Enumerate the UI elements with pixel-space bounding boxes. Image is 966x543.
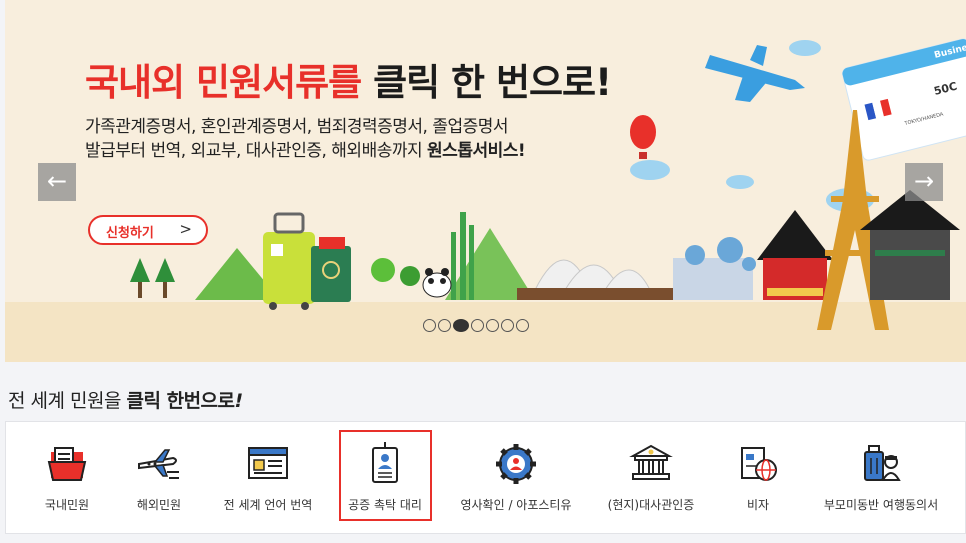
id-badge-icon xyxy=(372,442,398,483)
menu-item-consular-apostille[interactable]: 영사확인 / 아포스티유 xyxy=(451,422,581,533)
apply-button[interactable]: 신청하기 > xyxy=(88,215,208,245)
menu-item-overseas[interactable]: 해외민원 xyxy=(118,422,200,533)
temple-illustration xyxy=(860,190,960,300)
slide-dot[interactable] xyxy=(516,319,529,332)
menu-item-label: 공증 촉탁 대리 xyxy=(348,498,422,512)
prev-slide-button[interactable]: ← xyxy=(38,163,76,201)
folder-document-icon xyxy=(47,447,87,481)
menu-item-embassy-certification[interactable]: (현지)대사관인증 xyxy=(596,422,706,533)
menu-item-visa[interactable]: 비자 xyxy=(718,422,798,533)
menu-item-travel-consent[interactable]: 부모미동반 여행동의서 xyxy=(811,422,951,533)
menu-item-label: 부모미동반 여행동의서 xyxy=(823,498,939,512)
cloud-icon xyxy=(630,40,874,212)
service-menu: 국내민원 해외민원 전 세계 언어 번역 공증 촉탁 대리 영사확인 / 아포스… xyxy=(5,421,966,534)
line2-bold-text: 원스톱서비스! xyxy=(427,141,526,161)
headline-red-text: 국내외 민원서류를 xyxy=(85,61,362,104)
banner-subtitle-line2: 발급부터 번역, 외교부, 대사관인증, 해외배송까지 원스톱서비스! xyxy=(85,136,526,161)
passport-illustration xyxy=(311,237,351,302)
slide-dot[interactable] xyxy=(486,319,499,332)
menu-item-domestic[interactable]: 국내민원 xyxy=(26,422,108,533)
banner-subtitle-line1: 가족관계증명서, 혼인관계증명서, 범죄경력증명서, 졸업증명서 xyxy=(85,117,509,137)
slide-indicator xyxy=(423,319,529,332)
slide-dot[interactable] xyxy=(501,319,514,332)
apply-button-label: 신청하기 xyxy=(106,226,154,241)
bamboo-illustration xyxy=(451,212,474,300)
airplane-illustration xyxy=(705,45,805,102)
menu-item-notary[interactable]: 공증 촉탁 대리 xyxy=(342,422,428,533)
luggage-icon xyxy=(864,445,901,481)
hot-air-balloon-icon xyxy=(630,115,656,159)
pagoda-illustration xyxy=(757,210,833,300)
tree-icon xyxy=(130,258,175,298)
menu-item-translation[interactable]: 전 세계 언어 번역 xyxy=(211,422,325,533)
suitcase-illustration xyxy=(263,212,315,310)
opera-house-illustration xyxy=(517,259,677,300)
chevron-right-icon: > xyxy=(179,220,192,238)
panda-illustration xyxy=(422,268,452,298)
slide-dot-active[interactable] xyxy=(453,319,469,332)
hero-banner: Business 50C TOKYO/HANEDA 국내외 민원서류를 클릭 한… xyxy=(5,0,966,362)
next-slide-button[interactable]: → xyxy=(905,163,943,201)
menu-item-label: 비자 xyxy=(746,498,770,512)
visa-globe-icon xyxy=(741,447,777,481)
menu-item-label: 전 세계 언어 번역 xyxy=(223,498,313,512)
arrow-right-icon: → xyxy=(913,167,935,195)
section-title-mark: ! xyxy=(234,390,244,412)
menu-item-label: 해외민원 xyxy=(136,498,182,512)
banner-headline: 국내외 민원서류를 클릭 한 번으로! xyxy=(85,52,612,106)
embassy-building-icon xyxy=(629,444,673,480)
gear-person-icon xyxy=(496,444,536,484)
airplane-icon xyxy=(138,449,179,479)
section-title-bold: 클릭 한번으로 xyxy=(126,390,236,412)
menu-item-label: 국내민원 xyxy=(44,498,90,512)
menu-item-label: 영사확인 / 아포스티유 xyxy=(460,498,572,512)
arrow-left-icon: ← xyxy=(46,167,68,195)
mosque-illustration xyxy=(673,237,756,300)
section-title: 전 세계 민원을 클릭 한번으로! xyxy=(8,386,243,413)
headline-dark-text: 클릭 한 번으로! xyxy=(373,61,612,104)
slide-dot[interactable] xyxy=(438,319,451,332)
slide-dot[interactable] xyxy=(423,319,436,332)
translation-document-icon xyxy=(248,447,288,479)
section-title-prefix: 전 세계 민원을 xyxy=(8,390,121,412)
slide-dot[interactable] xyxy=(471,319,484,332)
menu-item-label: (현지)대사관인증 xyxy=(607,498,695,512)
line2-prefix-text: 발급부터 번역, 외교부, 대사관인증, 해외배송까지 xyxy=(85,141,423,161)
